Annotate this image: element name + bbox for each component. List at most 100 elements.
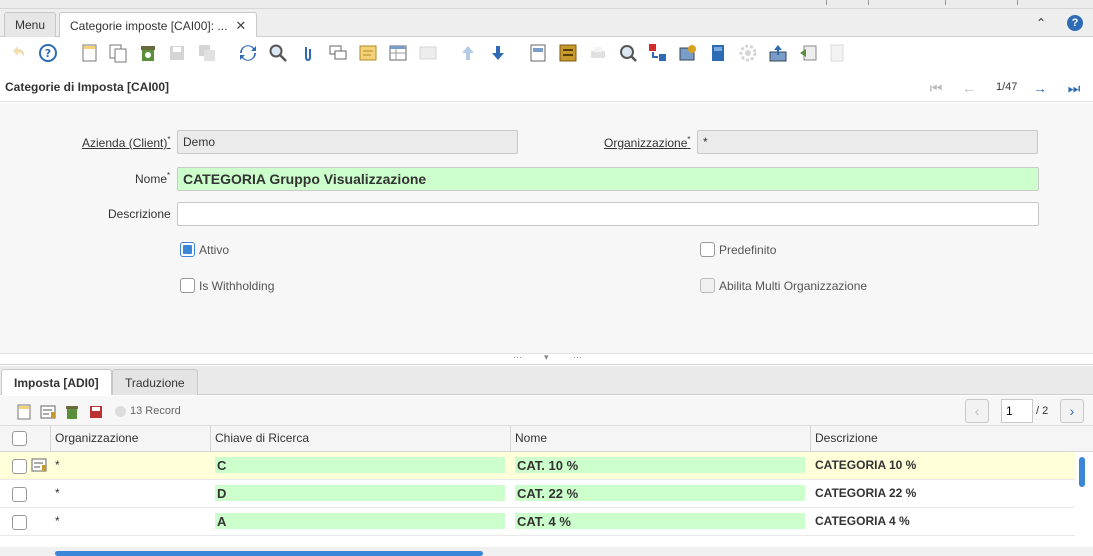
window-tab-bar: Menu Categorie imposte [CAI00]: ... ✕ ⌃ ? <box>0 9 1093 38</box>
record-count: 13 Record <box>130 405 181 417</box>
vertical-scrollbar[interactable] <box>1079 457 1085 487</box>
last-record-icon[interactable]: ⏭ <box>1066 80 1082 96</box>
cell-name-value: CAT. 4 % <box>515 513 805 529</box>
cell-description: CATEGORIA 22 % <box>815 486 917 500</box>
workflow-icon[interactable] <box>648 43 668 63</box>
first-record-icon[interactable]: ⏮ <box>928 80 944 96</box>
table-row[interactable]: * D CAT. 22 % CATEGORIA 22 % <box>0 480 1075 508</box>
detail-record-icon[interactable] <box>488 43 508 63</box>
column-header-name[interactable]: Nome <box>511 426 811 452</box>
delete-record-icon[interactable] <box>138 43 158 63</box>
required-marker: * <box>167 171 171 180</box>
quick-form-icon[interactable] <box>828 43 848 63</box>
report-icon[interactable] <box>418 43 438 63</box>
client-field[interactable]: Demo <box>177 130 518 154</box>
row-checkbox[interactable] <box>12 487 27 502</box>
process-icon[interactable] <box>678 43 698 63</box>
column-header-description[interactable]: Descrizione <box>811 426 1093 452</box>
export-icon[interactable] <box>768 43 788 63</box>
organization-field[interactable]: * <box>697 130 1038 154</box>
tab-label: Categorie imposte [CAI00]: ... <box>70 19 228 33</box>
cell-organization: * <box>55 514 60 528</box>
grid-new-icon[interactable] <box>16 404 32 420</box>
cell-name[interactable]: CAT. 10 % <box>511 452 809 480</box>
strip-mark <box>945 0 946 5</box>
archive-icon[interactable] <box>558 43 578 63</box>
refresh-icon[interactable] <box>238 43 258 63</box>
zoom-across-icon[interactable] <box>618 43 638 63</box>
multiorg-checkbox[interactable] <box>700 278 715 293</box>
tab-traduzione[interactable]: Traduzione <box>112 369 198 395</box>
tab-traduzione-label: Traduzione <box>125 376 185 390</box>
grid-delete-icon[interactable] <box>64 404 80 420</box>
table-row[interactable]: * C CAT. 10 % CATEGORIA 10 % <box>0 452 1075 480</box>
panel-splitter[interactable]: ··· ▾ ··· <box>0 352 1093 365</box>
help-icon[interactable]: ? <box>1067 15 1083 31</box>
default-checkbox[interactable] <box>700 242 715 257</box>
cell-search-key-value: D <box>215 485 505 501</box>
grid-save-icon[interactable] <box>88 404 104 420</box>
strip-mark <box>826 0 827 5</box>
page-total: / 2 <box>1036 405 1049 417</box>
next-record-icon[interactable]: → <box>1032 80 1048 96</box>
tab-menu[interactable]: Menu <box>4 12 57 37</box>
page-title: Categorie di Imposta [CAI00] <box>5 80 170 94</box>
new-record-icon[interactable] <box>80 43 100 63</box>
settings-icon[interactable] <box>738 43 758 63</box>
grid-toggle-icon[interactable] <box>388 43 408 63</box>
cell-organization: * <box>55 458 60 472</box>
select-all-checkbox[interactable] <box>12 431 27 446</box>
name-label-text: Nome <box>135 172 168 186</box>
cell-search-key[interactable]: C <box>211 452 509 480</box>
client-label[interactable]: Azienda (Client)* <box>82 135 171 150</box>
organization-label[interactable]: Organizzazione* <box>604 135 691 150</box>
save-new-icon[interactable] <box>197 43 217 63</box>
row-checkbox[interactable] <box>12 459 27 474</box>
grid-edit-icon[interactable] <box>40 404 56 420</box>
multiorg-label: Abilita Multi Organizzazione <box>719 279 868 293</box>
print-icon[interactable] <box>588 43 608 63</box>
cell-search-key[interactable]: A <box>211 508 509 536</box>
cell-search-key[interactable]: D <box>211 480 509 508</box>
previous-record-icon[interactable]: ← <box>961 80 977 96</box>
name-field[interactable]: CATEGORIA Gruppo Visualizzazione <box>177 167 1039 191</box>
save-icon[interactable] <box>167 43 187 63</box>
cell-name[interactable]: CAT. 22 % <box>511 480 809 508</box>
tab-menu-label: Menu <box>15 18 46 32</box>
description-field[interactable] <box>177 202 1039 226</box>
help-icon[interactable]: ? <box>38 43 58 63</box>
column-header-organization[interactable]: Organizzazione <box>51 426 211 452</box>
history-icon[interactable] <box>528 43 548 63</box>
cell-name[interactable]: CAT. 4 % <box>511 508 809 536</box>
column-header-search-key[interactable]: Chiave di Ricerca <box>211 426 511 452</box>
withholding-checkbox[interactable] <box>180 278 195 293</box>
select-all-column <box>0 426 51 452</box>
tab-imposta[interactable]: Imposta [ADI0] <box>1 369 112 395</box>
organization-label-text: Organizzazione <box>604 136 688 150</box>
tab-imposta-label: Imposta [ADI0] <box>14 376 99 390</box>
undo-icon[interactable] <box>8 43 28 63</box>
table-row[interactable]: * A CAT. 4 % CATEGORIA 4 % <box>0 508 1075 536</box>
page-next-button[interactable]: › <box>1060 399 1084 423</box>
search-icon[interactable] <box>268 43 288 63</box>
tab-categorie-imposte[interactable]: Categorie imposte [CAI00]: ... ✕ <box>59 12 258 38</box>
page-prev-button[interactable]: ‹ <box>965 399 989 423</box>
parent-record-icon[interactable] <box>458 43 478 63</box>
row-checkbox[interactable] <box>12 515 27 530</box>
close-icon[interactable]: ✕ <box>235 18 246 33</box>
page-number-input[interactable] <box>1001 399 1033 423</box>
copy-record-icon[interactable] <box>108 43 128 63</box>
splitter-arrow-icon[interactable]: ▾ <box>544 352 549 363</box>
horizontal-scrollbar[interactable] <box>55 551 483 556</box>
product-info-icon[interactable] <box>708 43 728 63</box>
record-header: Categorie di Imposta [CAI00] ⏮ ← 1/47 → … <box>0 76 1093 102</box>
import-icon[interactable] <box>798 43 818 63</box>
chat-icon[interactable] <box>328 43 348 63</box>
edit-row-icon[interactable] <box>31 458 47 472</box>
active-checkbox[interactable] <box>180 242 195 257</box>
attachment-icon[interactable] <box>298 43 318 63</box>
collapse-icon[interactable]: ⌃ <box>1033 15 1049 31</box>
cell-search-key-value: C <box>215 457 505 473</box>
withholding-label: Is Withholding <box>199 279 275 293</box>
postit-icon[interactable] <box>358 43 378 63</box>
